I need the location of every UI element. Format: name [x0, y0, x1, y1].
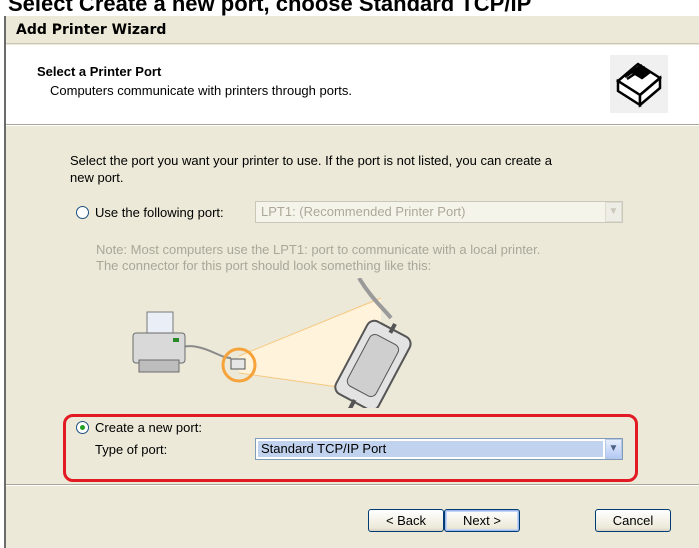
port-type-value: Standard TCP/IP Port [258, 441, 603, 457]
use-following-port-radio[interactable] [76, 206, 89, 219]
tutorial-caption: Select Create a new port, choose Standar… [8, 0, 532, 16]
note-text-line1: Note: Most computers use the LPT1: port … [96, 242, 541, 257]
add-printer-wizard-window: Add Printer Wizard Select a Printer Port… [4, 16, 699, 548]
chevron-down-icon: ▼ [605, 439, 622, 459]
wizard-header: Select a Printer Port Computers communic… [6, 45, 699, 125]
header-title: Select a Printer Port [37, 64, 162, 79]
window-title: Add Printer Wizard [6, 16, 699, 44]
use-following-port-label[interactable]: Use the following port: [95, 205, 224, 220]
back-button[interactable]: < Back [368, 509, 444, 532]
next-button[interactable]: Next > [444, 509, 520, 532]
existing-port-select[interactable]: LPT1: (Recommended Printer Port) ▼ [255, 201, 623, 223]
existing-port-value: LPT1: (Recommended Printer Port) [261, 204, 466, 219]
intro-text-line2: new port. [70, 170, 124, 185]
header-subtitle: Computers communicate with printers thro… [50, 83, 353, 98]
type-of-port-label: Type of port: [95, 442, 168, 457]
create-new-port-label[interactable]: Create a new port: [95, 420, 202, 435]
intro-text-line1: Select the port you want your printer to… [70, 153, 552, 168]
note-text-line2: The connector for this port should look … [96, 258, 432, 273]
cancel-button[interactable]: Cancel [595, 509, 671, 532]
chevron-down-icon: ▼ [605, 202, 622, 222]
create-new-port-radio[interactable] [76, 421, 89, 434]
port-type-select[interactable]: Standard TCP/IP Port ▼ [255, 438, 623, 460]
printer-wizard-icon [610, 55, 668, 113]
printer-port-connector-illustration [132, 278, 412, 408]
